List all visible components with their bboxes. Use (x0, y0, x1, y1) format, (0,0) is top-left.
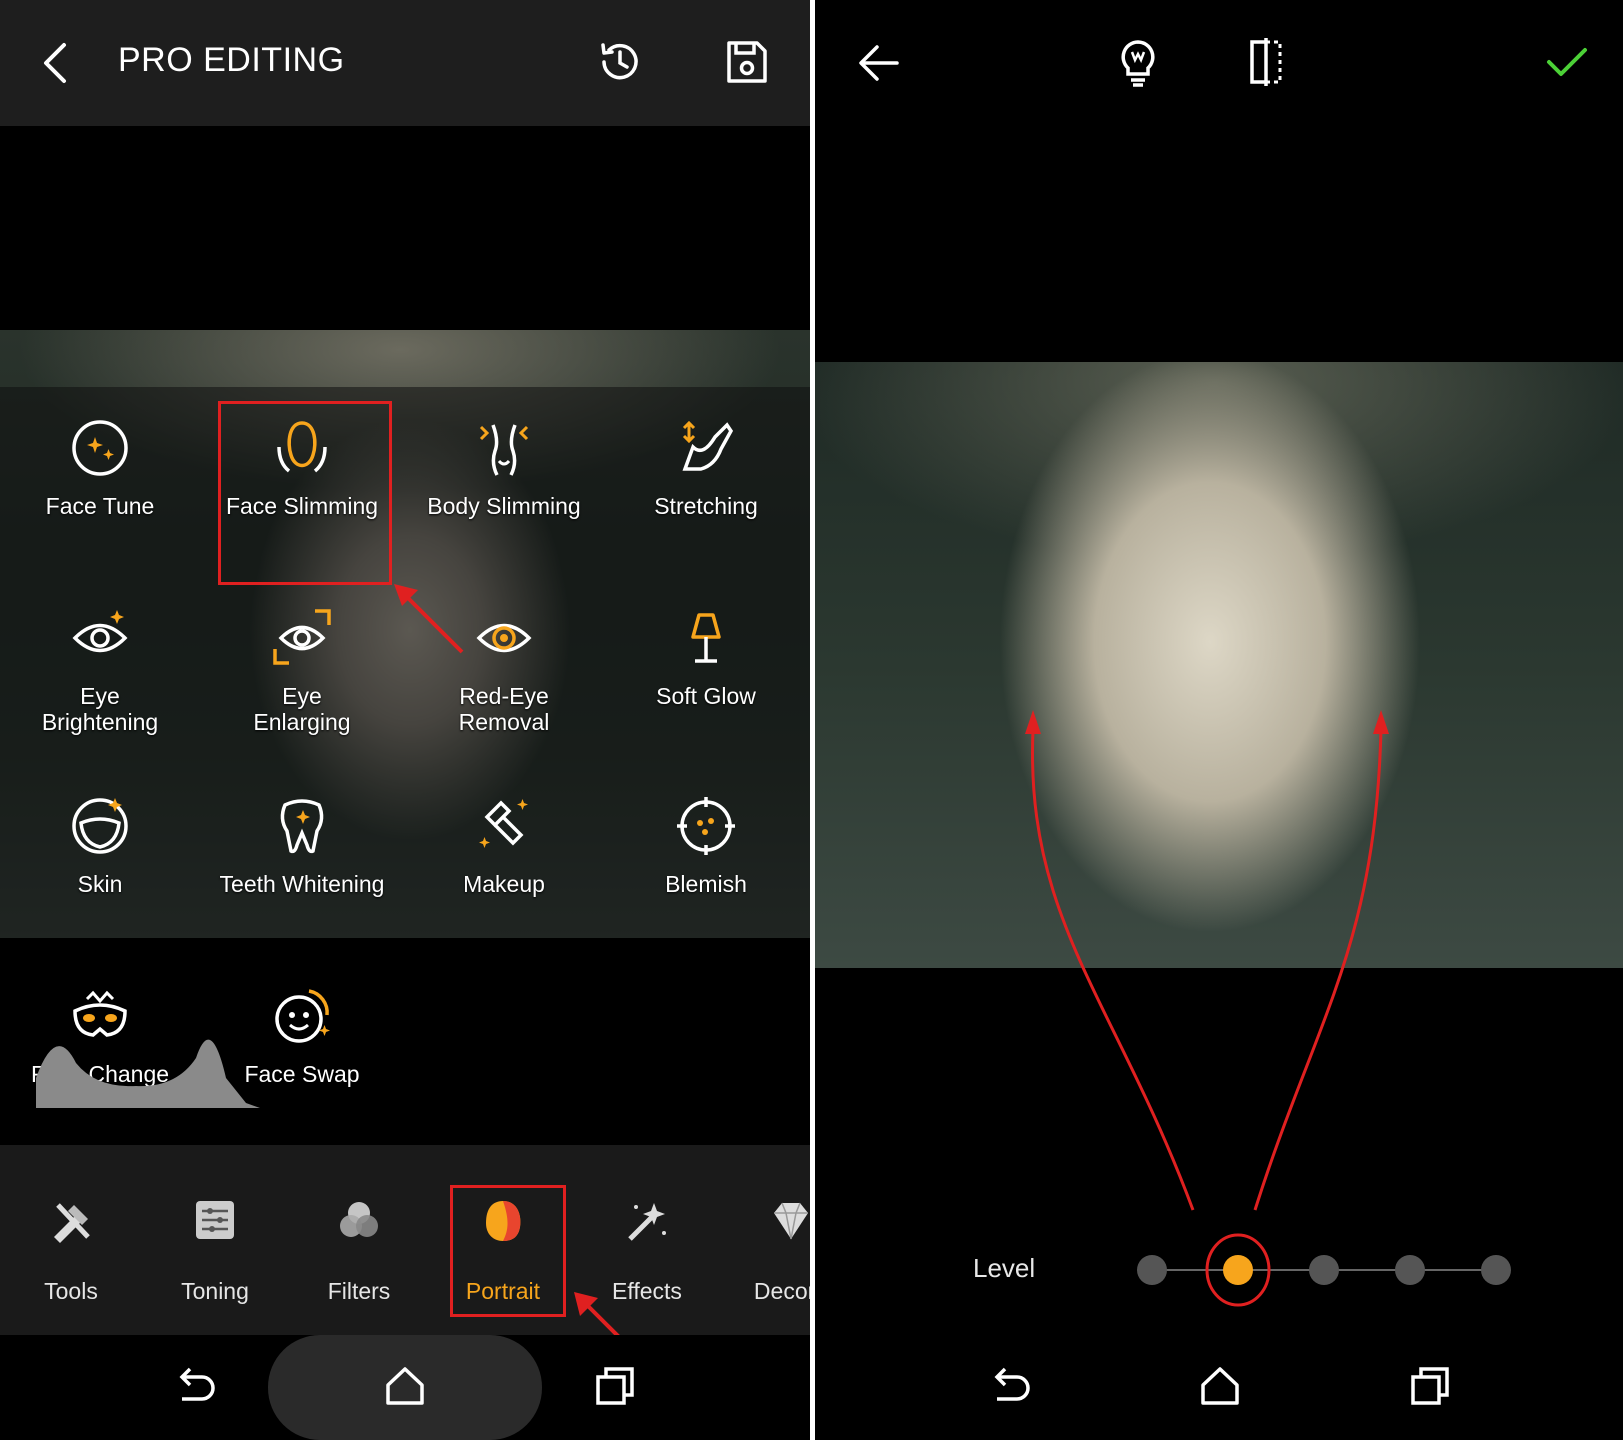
tool-label: Face Tune (45, 493, 155, 519)
tool-label: Eye Brightening (41, 683, 159, 735)
tool-soft-glow[interactable]: Soft Glow (606, 607, 806, 709)
tab-label: Filters (327, 1278, 391, 1304)
tool-label: Stretching (654, 493, 758, 519)
tab-filters[interactable]: Filters (289, 1145, 429, 1335)
tab-decora[interactable]: Decora (721, 1145, 810, 1335)
lamp-icon (691, 613, 721, 663)
tools-icon (54, 1203, 90, 1243)
home-nav-icon[interactable] (1195, 1361, 1245, 1411)
recents-nav-icon[interactable] (590, 1361, 640, 1411)
compare-button[interactable] (1243, 36, 1289, 88)
history-icon (601, 43, 638, 80)
tab-label: Decora (753, 1278, 810, 1304)
tool-teeth-whitening[interactable]: Teeth Whitening (202, 795, 402, 897)
tool-label: Skin (77, 871, 123, 897)
lightbulb-icon (1121, 40, 1155, 87)
home-nav-icon[interactable] (380, 1361, 430, 1411)
back-button[interactable] (30, 36, 80, 90)
level-step-5[interactable] (1481, 1255, 1511, 1285)
checkmark-icon (1547, 48, 1587, 76)
page-title: PRO EDITING (118, 41, 345, 79)
tool-label: Teeth Whitening (219, 871, 385, 897)
save-icon (727, 41, 767, 83)
skin-icon (72, 798, 128, 854)
red-eye-icon (476, 623, 532, 653)
tooth-icon (280, 799, 324, 854)
chevron-left-icon (44, 43, 66, 83)
pro-editing-screen: PRO EDITING Face Tune Face Slimming Body S… (0, 0, 810, 1440)
save-button[interactable] (720, 36, 772, 88)
back-nav-icon[interactable] (985, 1361, 1035, 1411)
system-nav-bar (0, 1335, 810, 1440)
eye-enlarging-icon (273, 609, 331, 665)
diamond-icon (774, 1202, 808, 1240)
tool-label: Red-Eye Removal (458, 683, 550, 735)
tool-label: Blemish (665, 871, 747, 897)
tool-face-tune[interactable]: Face Tune (0, 417, 200, 519)
face-slimming-highlight (218, 401, 392, 585)
tool-label: Eye Enlarging (253, 683, 351, 735)
level-step-2[interactable] (1223, 1255, 1253, 1285)
magic-wand-icon (628, 1203, 666, 1241)
tool-label: Body Slimming (427, 493, 581, 519)
tab-label: Tools (44, 1278, 98, 1304)
tool-label: Makeup (463, 871, 545, 897)
back-arrow-button[interactable] (853, 38, 905, 88)
history-button[interactable] (594, 36, 646, 88)
lipstick-icon (479, 799, 528, 848)
tool-body-slimming[interactable]: Body Slimming (404, 417, 604, 519)
system-nav-bar-right (815, 1335, 1623, 1440)
portrait-tab-highlight (450, 1185, 566, 1317)
top-bar: PRO EDITING (0, 0, 810, 126)
tool-eye-enlarging[interactable]: Eye Enlarging (202, 607, 402, 735)
face-tune-icon (72, 420, 128, 476)
tab-label: Toning (181, 1278, 249, 1304)
tab-tools[interactable]: Tools (1, 1145, 141, 1335)
auto-enhance-button[interactable] (1113, 36, 1163, 90)
annotation-arrows (1025, 710, 1389, 1211)
tool-stretching[interactable]: Stretching (606, 417, 806, 519)
sliders-icon (196, 1201, 234, 1239)
level-label: Level (973, 1253, 1036, 1283)
face-swap-icon (275, 989, 330, 1043)
blemish-icon (677, 797, 735, 855)
recents-nav-icon[interactable] (1405, 1361, 1455, 1411)
tool-eye-brightening[interactable]: Eye Brightening (0, 607, 200, 735)
tab-toning[interactable]: Toning (145, 1145, 285, 1335)
eye-brightening-icon (72, 610, 128, 653)
arrow-left-icon (859, 45, 899, 81)
histogram-decor (36, 1039, 260, 1108)
level-step-4[interactable] (1395, 1255, 1425, 1285)
tool-label: Soft Glow (656, 683, 756, 709)
back-nav-icon[interactable] (170, 1361, 220, 1411)
face-slimming-screen: Level (815, 0, 1623, 1440)
category-tabs: ToolsToningFiltersPortraitEffectsDecora (0, 1145, 810, 1335)
tool-skin[interactable]: Skin (0, 795, 200, 897)
tool-blemish[interactable]: Blemish (606, 795, 806, 897)
compare-icon (1250, 38, 1282, 86)
tool-makeup[interactable]: Makeup (404, 795, 604, 897)
filters-icon (340, 1202, 378, 1237)
level-slider[interactable] (1115, 1230, 1515, 1310)
level-step-3[interactable] (1309, 1255, 1339, 1285)
stretching-icon (682, 420, 734, 471)
body-slimming-icon (479, 424, 529, 476)
level-step-1[interactable] (1137, 1255, 1167, 1285)
pointer-arrow (394, 584, 464, 654)
confirm-button[interactable] (1541, 38, 1593, 86)
